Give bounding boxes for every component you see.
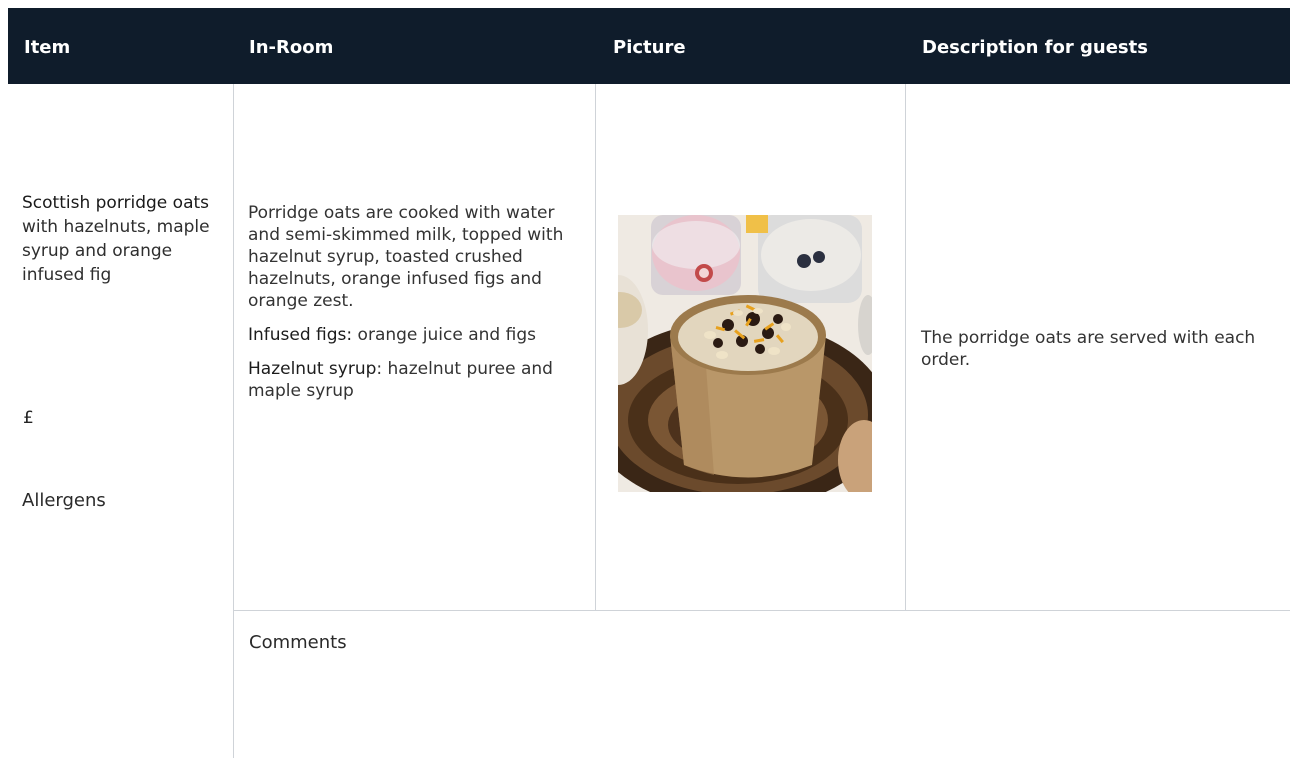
infused-figs-line: Infused figs: orange juice and figs bbox=[248, 324, 588, 346]
infused-figs-text: orange juice and figs bbox=[352, 325, 536, 345]
item-price: £ bbox=[23, 408, 34, 428]
column-divider-3 bbox=[905, 84, 906, 611]
guest-description: The porridge oats are served with each o… bbox=[921, 328, 1256, 370]
porridge-pot-photo bbox=[618, 215, 872, 492]
comments-label: Comments bbox=[249, 632, 347, 653]
row-divider bbox=[233, 610, 1290, 611]
item-allergens: Allergens bbox=[22, 490, 106, 511]
header-item: Item bbox=[24, 37, 71, 58]
item-name-rest: with hazelnuts, maple syrup and orange i… bbox=[22, 217, 210, 285]
header-in-room: In-Room bbox=[249, 37, 334, 58]
table-header: Item In-Room Picture Description for gue… bbox=[8, 8, 1290, 84]
header-picture: Picture bbox=[613, 37, 686, 58]
item-name: Scottish porridge oats with hazelnuts, m… bbox=[22, 191, 218, 287]
in-room-text: Porridge oats are cooked with water and … bbox=[248, 203, 564, 311]
column-divider-2 bbox=[595, 84, 596, 611]
infused-figs-label: Infused figs: bbox=[248, 325, 353, 345]
hazelnut-syrup-label: Hazelnut syrup bbox=[248, 359, 377, 379]
menu-spec-sheet: Item In-Room Picture Description for gue… bbox=[8, 8, 1290, 758]
header-description: Description for guests bbox=[922, 37, 1148, 58]
hazelnut-syrup-line: Hazelnut syrup: hazelnut puree and maple… bbox=[248, 358, 588, 402]
item-name-bold: Scottish porridge oats bbox=[22, 193, 210, 213]
in-room-details: Porridge oats are cooked with water and … bbox=[248, 202, 588, 414]
column-divider-1 bbox=[233, 84, 234, 758]
